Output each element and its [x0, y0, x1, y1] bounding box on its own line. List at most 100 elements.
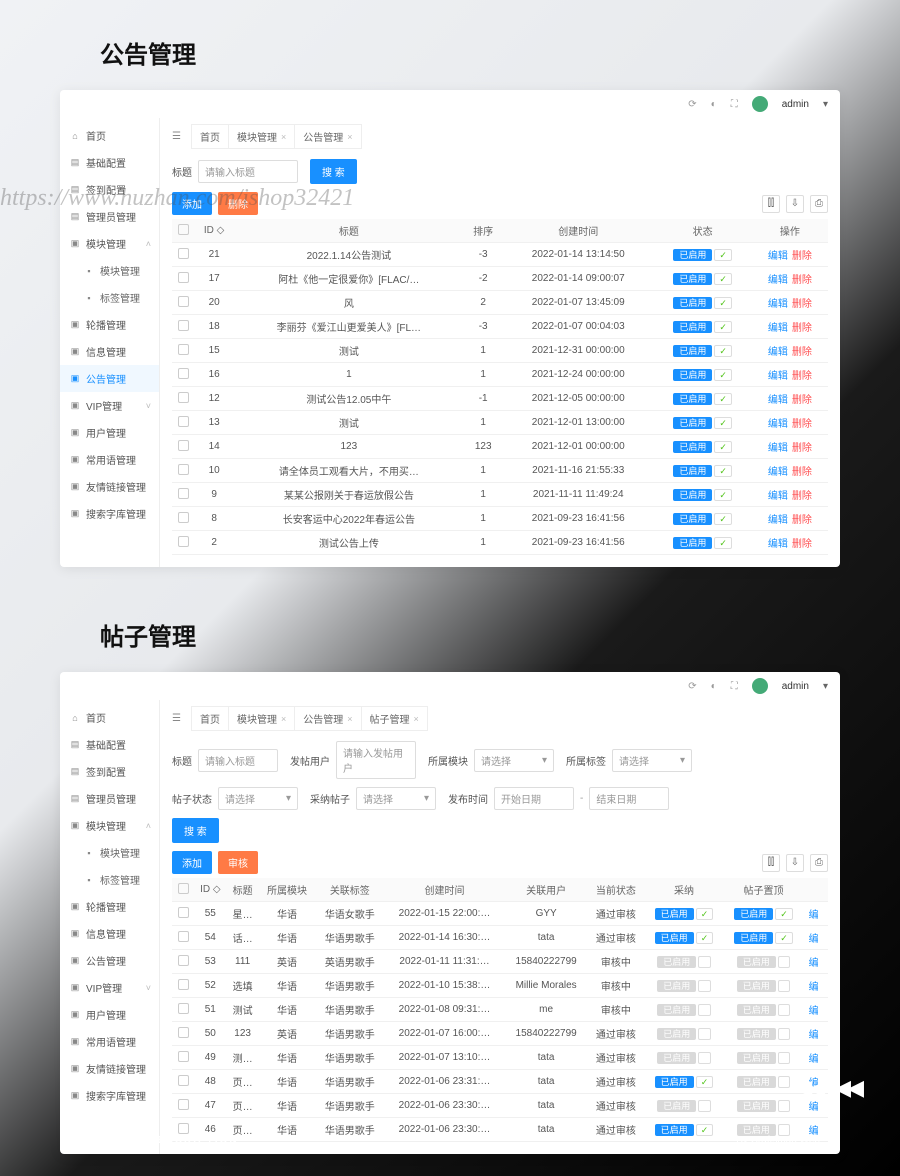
filter-adopt-select[interactable]: 请选择▾ — [356, 787, 436, 810]
sidebar-item-info[interactable]: ▣信息管理 — [60, 338, 159, 365]
close-icon[interactable]: × — [347, 714, 352, 724]
search-button[interactable]: 搜 索 — [310, 159, 357, 184]
row-checkbox[interactable] — [178, 368, 189, 379]
delete-link[interactable]: 删除 — [792, 347, 812, 358]
sidebar-item-basecfg[interactable]: ▤基础配置 — [60, 731, 159, 758]
sidebar-item-link[interactable]: ▣友情链接管理 — [60, 1055, 159, 1082]
check-icon[interactable] — [778, 1004, 791, 1016]
menu-icon[interactable]: ☰ — [172, 713, 181, 724]
status-badge[interactable]: 已启用 — [673, 513, 712, 525]
row-checkbox[interactable] — [178, 1051, 189, 1062]
status-badge[interactable]: 已启用 — [673, 345, 712, 357]
theme-icon[interactable]: ◐ — [711, 681, 717, 692]
filter-startdate-input[interactable]: 开始日期 — [494, 787, 574, 810]
close-icon[interactable]: × — [281, 132, 286, 142]
sidebar-sub-tag[interactable]: ▪标签管理 — [60, 284, 159, 311]
sidebar-item-user[interactable]: ▣用户管理 — [60, 419, 159, 446]
status-badge[interactable]: 已启用 — [655, 932, 694, 944]
sidebar-item-vip[interactable]: ▣VIP管理˅ — [60, 974, 159, 1001]
check-icon[interactable] — [698, 956, 711, 968]
edit-link[interactable]: 编 — [809, 1102, 819, 1113]
edit-link[interactable]: 编辑 — [768, 515, 788, 526]
tab-notice[interactable]: 公告管理× — [294, 124, 361, 149]
edit-link[interactable]: 编辑 — [768, 299, 788, 310]
check-icon[interactable]: ✓ — [714, 249, 732, 261]
check-icon[interactable]: ✓ — [714, 513, 732, 525]
status-badge[interactable]: 已启用 — [673, 321, 712, 333]
row-checkbox[interactable] — [178, 907, 189, 918]
check-icon[interactable]: ✓ — [714, 345, 732, 357]
sidebar-item-search[interactable]: ▣搜索字库管理 — [60, 1082, 159, 1109]
check-icon[interactable]: ✓ — [696, 932, 714, 944]
edit-link[interactable]: 编辑 — [768, 251, 788, 262]
sidebar-item-link[interactable]: ▣友情链接管理 — [60, 473, 159, 500]
delete-link[interactable]: 删除 — [792, 275, 812, 286]
edit-link[interactable]: 编辑 — [768, 347, 788, 358]
theme-icon[interactable]: ◐ — [711, 99, 717, 110]
row-checkbox[interactable] — [178, 979, 189, 990]
status-badge[interactable]: 已启用 — [673, 273, 712, 285]
close-icon[interactable]: × — [347, 132, 352, 142]
delete-link[interactable]: 删除 — [792, 467, 812, 478]
review-button[interactable]: 审核 — [218, 851, 258, 874]
row-checkbox[interactable] — [178, 344, 189, 355]
sidebar-sub-tag[interactable]: ▪标签管理 — [60, 866, 159, 893]
close-icon[interactable]: × — [281, 714, 286, 724]
search-button[interactable]: 搜 索 — [172, 818, 219, 843]
edit-link[interactable]: 编辑 — [768, 443, 788, 454]
tab-module[interactable]: 模块管理× — [228, 124, 295, 149]
columns-icon[interactable]: ⫿⫿ — [762, 195, 780, 213]
check-icon[interactable]: ✓ — [714, 297, 732, 309]
delete-link[interactable]: 删除 — [792, 539, 812, 550]
edit-link[interactable]: 编辑 — [768, 275, 788, 286]
check-icon[interactable]: ✓ — [696, 1076, 714, 1088]
avatar[interactable] — [752, 96, 768, 112]
status-badge[interactable]: 已启用 — [673, 393, 712, 405]
edit-link[interactable]: 编 — [809, 934, 819, 945]
print-icon[interactable]: ⎙ — [810, 854, 828, 872]
check-icon[interactable] — [778, 1028, 791, 1040]
filter-status-select[interactable]: 请选择▾ — [218, 787, 298, 810]
edit-link[interactable]: 编 — [809, 982, 819, 993]
row-checkbox[interactable] — [178, 1123, 189, 1134]
check-icon[interactable]: ✓ — [714, 417, 732, 429]
export-icon[interactable]: ⇩ — [786, 854, 804, 872]
edit-link[interactable]: 编 — [809, 910, 819, 921]
columns-icon[interactable]: ⫿⫿ — [762, 854, 780, 872]
check-icon[interactable] — [698, 1028, 711, 1040]
check-icon[interactable]: ✓ — [714, 321, 732, 333]
delete-link[interactable]: 删除 — [792, 323, 812, 334]
row-checkbox[interactable] — [178, 1003, 189, 1014]
sidebar-item-notice[interactable]: ▣公告管理 — [60, 365, 159, 392]
row-checkbox[interactable] — [178, 955, 189, 966]
row-checkbox[interactable] — [178, 392, 189, 403]
filter-title-input[interactable]: 请输入标题 — [198, 749, 278, 772]
menu-icon[interactable]: ☰ — [172, 131, 181, 142]
edit-link[interactable]: 编辑 — [768, 419, 788, 430]
status-badge[interactable]: 已启用 — [657, 980, 696, 992]
delete-link[interactable]: 删除 — [792, 443, 812, 454]
status-badge[interactable]: 已启用 — [655, 908, 694, 920]
status-badge[interactable]: 已启用 — [673, 417, 712, 429]
delete-link[interactable]: 删除 — [792, 491, 812, 502]
status-badge[interactable]: 已启用 — [737, 1100, 776, 1112]
filter-tag-select[interactable]: 请选择▾ — [612, 749, 692, 772]
row-checkbox[interactable] — [178, 488, 189, 499]
sidebar-item-home[interactable]: ⌂首页 — [60, 122, 159, 149]
edit-link[interactable]: 编辑 — [768, 467, 788, 478]
status-badge[interactable]: 已启用 — [734, 932, 773, 944]
tab-home[interactable]: 首页 — [191, 706, 229, 731]
sidebar-item-info[interactable]: ▣信息管理 — [60, 920, 159, 947]
status-badge[interactable]: 已启用 — [657, 1100, 696, 1112]
add-button[interactable]: 添加 — [172, 851, 212, 874]
col-id[interactable]: ID ◇ — [194, 878, 227, 902]
sidebar-item-signin[interactable]: ▤签到配置 — [60, 758, 159, 785]
filter-enddate-input[interactable]: 结束日期 — [589, 787, 669, 810]
check-icon[interactable]: ✓ — [714, 369, 732, 381]
status-badge[interactable]: 已启用 — [657, 956, 696, 968]
sidebar-item-notice[interactable]: ▣公告管理 — [60, 947, 159, 974]
status-badge[interactable]: 已启用 — [657, 1004, 696, 1016]
edit-link[interactable]: 编辑 — [768, 395, 788, 406]
edit-link[interactable]: 编辑 — [768, 323, 788, 334]
delete-link[interactable]: 删除 — [792, 299, 812, 310]
